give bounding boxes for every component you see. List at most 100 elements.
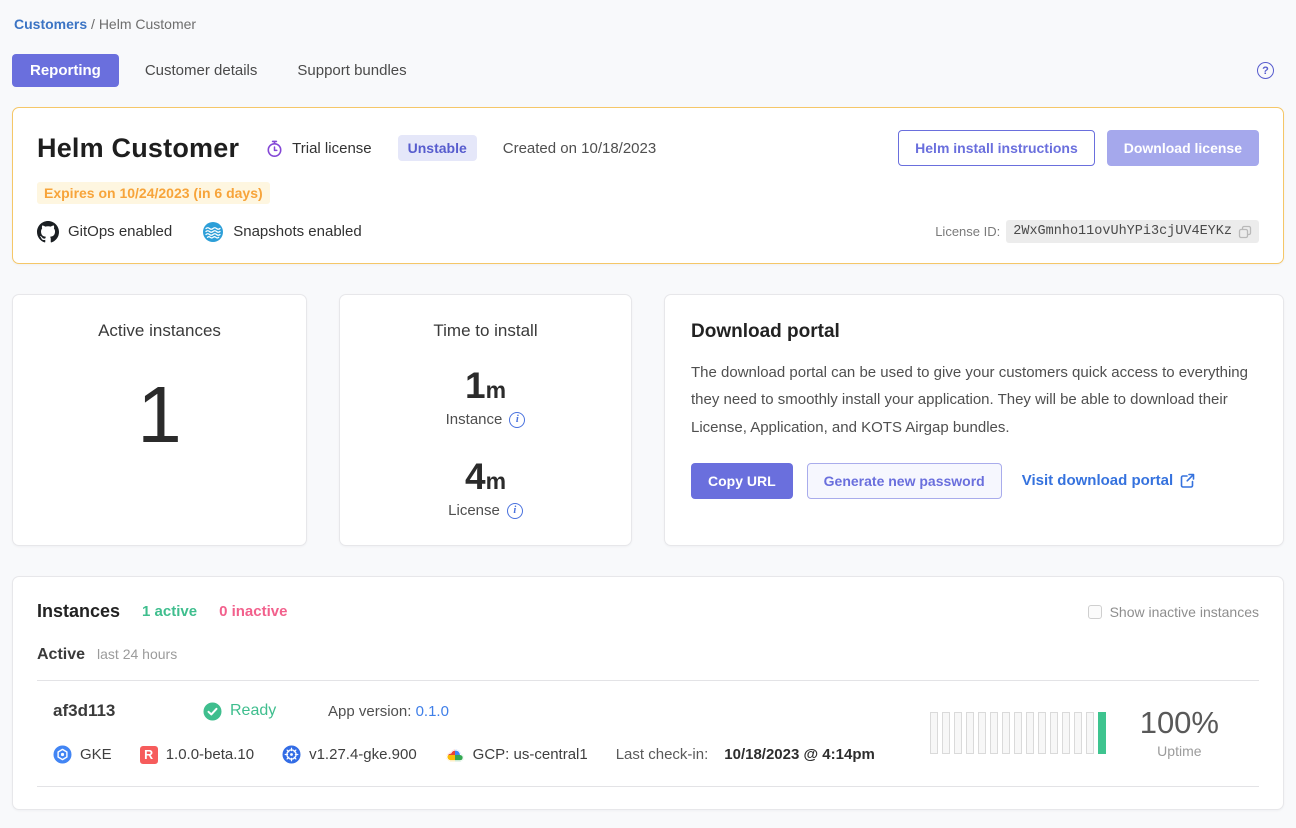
page: Customers / Helm Customer Reporting Cust… xyxy=(0,0,1296,828)
license-expiry-badge: Expires on 10/24/2023 (in 6 days) xyxy=(37,182,270,204)
time-to-install-title: Time to install xyxy=(350,321,621,341)
uptime-bar xyxy=(966,712,974,754)
kubernetes-icon xyxy=(282,745,301,764)
uptime-bars xyxy=(930,712,1106,754)
last-checkin-label: Last check-in: xyxy=(616,746,709,763)
gcp-icon xyxy=(445,747,465,763)
visit-download-portal-label: Visit download portal xyxy=(1022,472,1173,489)
uptime-bar xyxy=(930,712,938,754)
trial-timer-icon xyxy=(265,139,284,158)
download-portal-description: The download portal can be used to give … xyxy=(691,359,1257,441)
active-instances-value: 1 xyxy=(23,375,296,455)
snapshots-icon xyxy=(202,221,224,243)
inactive-count: 0 inactive xyxy=(219,603,287,620)
distribution-label: GKE xyxy=(80,746,112,763)
created-date: Created on 10/18/2023 xyxy=(503,140,656,157)
download-portal-card: Download portal The download portal can … xyxy=(664,294,1284,546)
active-instances-card: Active instances 1 xyxy=(12,294,307,546)
uptime-bar xyxy=(1026,712,1034,754)
replicated-version-label: 1.0.0-beta.10 xyxy=(166,746,254,763)
k8s-version-label: v1.27.4-gke.900 xyxy=(309,746,417,763)
replicated-icon: R xyxy=(140,746,158,764)
gitops-feature: GitOps enabled xyxy=(37,221,172,243)
uptime-bar xyxy=(1062,712,1070,754)
app-version-link[interactable]: 0.1.0 xyxy=(416,703,449,720)
instances-card: Instances 1 active 0 inactive Show inact… xyxy=(12,576,1284,810)
visit-download-portal-link[interactable]: Visit download portal xyxy=(1022,472,1195,489)
info-icon[interactable]: i xyxy=(507,503,523,519)
active-instances-title: Active instances xyxy=(23,321,296,341)
customer-title: Helm Customer xyxy=(37,133,239,164)
breadcrumb-customers-link[interactable]: Customers xyxy=(14,16,87,32)
instance-status: Ready xyxy=(203,702,328,721)
k8s-version-chip: v1.27.4-gke.900 xyxy=(282,745,417,764)
breadcrumb-current: Helm Customer xyxy=(99,16,196,32)
snapshots-label: Snapshots enabled xyxy=(233,223,361,240)
uptime-label: Uptime xyxy=(1140,743,1219,759)
uptime-bar xyxy=(990,712,998,754)
license-time-value: 4 xyxy=(465,456,486,497)
uptime-percent: 100% xyxy=(1140,706,1219,740)
download-portal-title: Download portal xyxy=(691,321,1257,343)
instance-time-value: 1 xyxy=(465,365,486,406)
license-install-time: 4m xyxy=(350,458,621,495)
customer-summary-card: Helm Customer Trial license Unstable Cre… xyxy=(12,107,1284,264)
channel-badge: Unstable xyxy=(398,135,477,161)
instance-status-label: Ready xyxy=(230,702,276,720)
license-time-label: License xyxy=(448,502,500,519)
tab-customer-details[interactable]: Customer details xyxy=(131,54,272,87)
instances-title: Instances xyxy=(37,601,120,622)
instance-id: af3d113 xyxy=(53,701,203,721)
download-license-button[interactable]: Download license xyxy=(1107,130,1259,166)
help-icon[interactable]: ? xyxy=(1257,62,1274,79)
uptime-bar xyxy=(1098,712,1106,754)
gitops-label: GitOps enabled xyxy=(68,223,172,240)
uptime-bar xyxy=(1038,712,1046,754)
license-type: Trial license xyxy=(265,139,371,158)
last-checkin-value: 10/18/2023 @ 4:14pm xyxy=(724,746,875,763)
instance-time-unit: m xyxy=(486,377,506,403)
license-id-text: 2WxGmnho11ovUhYPi3cjUV4EYKz xyxy=(1013,224,1232,239)
instance-time-label: Instance xyxy=(446,411,503,428)
show-inactive-checkbox[interactable] xyxy=(1088,605,1102,619)
copy-url-button[interactable]: Copy URL xyxy=(691,463,793,499)
breadcrumb-separator: / xyxy=(87,16,99,32)
cloud-region-chip: GCP: us-central1 xyxy=(445,746,588,763)
time-to-install-card: Time to install 1m Instance i 4m License… xyxy=(339,294,632,546)
tab-support-bundles[interactable]: Support bundles xyxy=(283,54,420,87)
license-time-unit: m xyxy=(486,468,506,494)
license-id-label: License ID: xyxy=(935,224,1000,239)
uptime-bar xyxy=(954,712,962,754)
helm-install-instructions-button[interactable]: Helm install instructions xyxy=(898,130,1095,166)
cloud-region-label: GCP: us-central1 xyxy=(473,746,588,763)
info-icon[interactable]: i xyxy=(509,412,525,428)
tab-reporting[interactable]: Reporting xyxy=(12,54,119,87)
replicated-version-chip: R 1.0.0-beta.10 xyxy=(140,746,254,764)
last-checkin: Last check-in: 10/18/2023 @ 4:14pm xyxy=(616,746,875,763)
show-inactive-label: Show inactive instances xyxy=(1110,604,1259,620)
copy-icon[interactable] xyxy=(1238,225,1252,239)
github-icon xyxy=(37,221,59,243)
generate-new-password-button[interactable]: Generate new password xyxy=(807,463,1002,499)
breadcrumb: Customers / Helm Customer xyxy=(12,12,1284,36)
uptime-bar xyxy=(1086,712,1094,754)
active-count: 1 active xyxy=(142,603,197,620)
uptime-bar xyxy=(1074,712,1082,754)
uptime-bar xyxy=(978,712,986,754)
license-type-label: Trial license xyxy=(292,140,371,157)
uptime-bar xyxy=(1002,712,1010,754)
uptime-bar xyxy=(942,712,950,754)
uptime-bar xyxy=(1014,712,1022,754)
app-version-label: App version: xyxy=(328,703,411,720)
license-id-value[interactable]: 2WxGmnho11ovUhYPi3cjUV4EYKz xyxy=(1006,220,1259,243)
gke-icon xyxy=(53,745,72,764)
active-section-label: Active xyxy=(37,646,85,664)
snapshots-feature: Snapshots enabled xyxy=(202,221,361,243)
tab-bar: Reporting Customer details Support bundl… xyxy=(12,54,1284,87)
distribution-chip: GKE xyxy=(53,745,112,764)
instance-row[interactable]: af3d113 Ready App version: 0.1.0 xyxy=(37,680,1259,787)
uptime-bar xyxy=(1050,712,1058,754)
show-inactive-toggle[interactable]: Show inactive instances xyxy=(1088,604,1259,620)
active-section-range: last 24 hours xyxy=(97,646,177,662)
instance-install-time: 1m xyxy=(350,367,621,404)
